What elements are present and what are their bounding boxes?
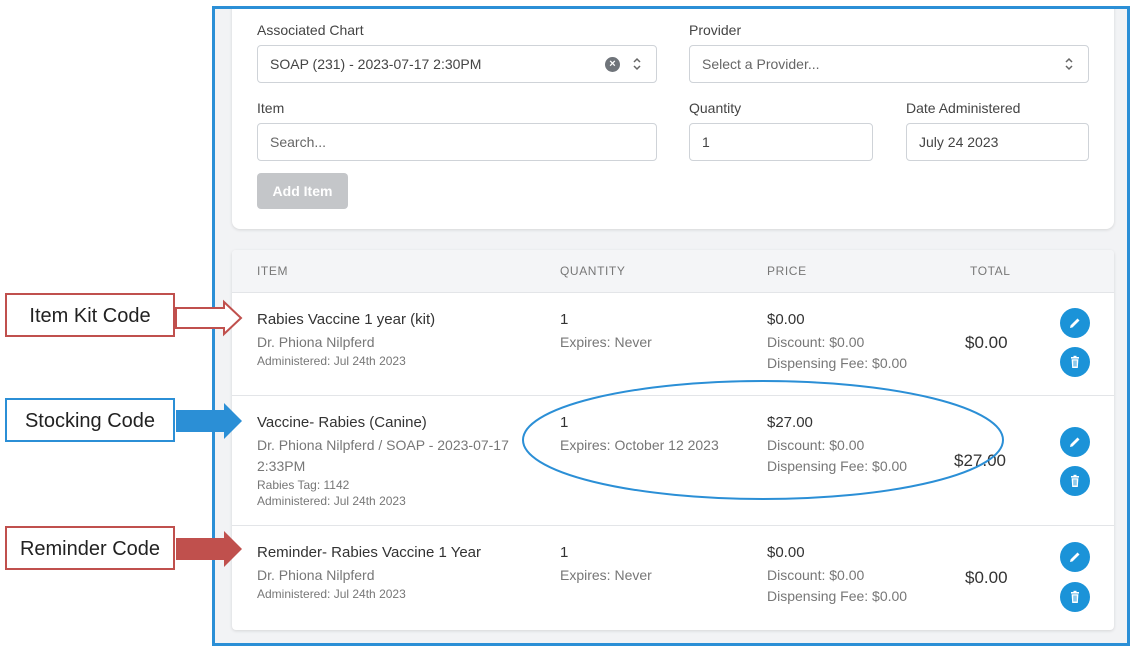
- callout-item-kit-code: Item Kit Code: [5, 293, 175, 337]
- callout-stocking-code: Stocking Code: [5, 398, 175, 442]
- stocking-arrow-icon: [176, 403, 242, 439]
- reminder-arrow-icon: [176, 531, 242, 567]
- kit-arrow-icon: [175, 299, 243, 337]
- highlight-ellipse: [522, 380, 1004, 500]
- callout-reminder-code: Reminder Code: [5, 526, 175, 570]
